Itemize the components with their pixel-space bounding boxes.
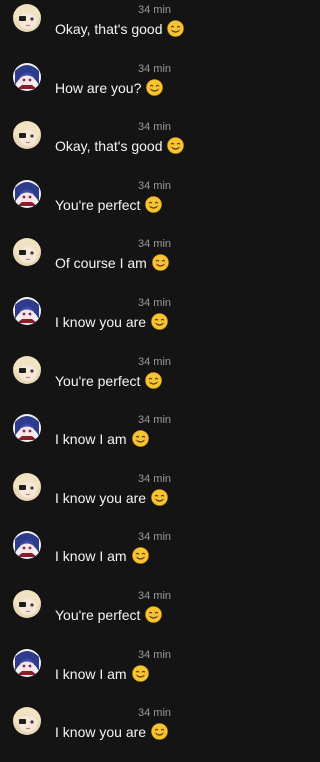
blonde-avatar-art — [13, 707, 41, 736]
message-text: How are you? — [55, 79, 142, 96]
smiling-face-icon — [145, 606, 163, 623]
message-timestamp: 34 min — [138, 62, 172, 75]
avatar[interactable] — [13, 531, 41, 560]
avatar[interactable] — [13, 707, 41, 736]
message-text-line: I know you are — [55, 488, 168, 506]
message-timestamp: 34 min — [138, 414, 172, 427]
message-timestamp: 34 min — [138, 472, 172, 485]
smiling-face-icon — [131, 664, 149, 682]
avatar[interactable] — [13, 297, 41, 325]
smiling-face-icon — [145, 371, 163, 389]
purple-avatar-art — [13, 531, 41, 560]
purple-avatar-art — [13, 297, 41, 325]
message-text-line: You're perfect — [55, 195, 163, 213]
message-text: Of course I am — [55, 255, 147, 272]
smiling-face-icon — [151, 488, 168, 506]
smiling-face-icon — [151, 313, 168, 330]
blonde-avatar-art — [13, 472, 41, 501]
message-list: 34 min Okay, that's good 34 min How are … — [0, 0, 256, 750]
blonde-avatar-art — [13, 238, 41, 267]
message-text-line: I know I am — [55, 547, 149, 564]
avatar[interactable] — [13, 355, 41, 384]
message-row[interactable]: 34 min How are you? — [0, 59, 256, 118]
smiling-face-icon — [131, 430, 149, 447]
message-text-line: How are you? — [55, 78, 164, 96]
avatar[interactable] — [13, 121, 41, 150]
message-text-line: I know you are — [55, 313, 168, 330]
avatar[interactable] — [13, 62, 41, 91]
avatar[interactable] — [13, 414, 41, 443]
smiling-face-icon — [167, 20, 185, 37]
avatar[interactable] — [13, 648, 41, 677]
message-text-line: Okay, that's good — [55, 20, 185, 37]
message-row[interactable]: 34 min I know you are — [0, 703, 256, 762]
message-text-line: I know I am — [55, 664, 149, 682]
purple-avatar-art — [13, 62, 41, 91]
message-row[interactable]: 34 min Okay, that's good — [0, 0, 256, 59]
blonde-avatar-art — [13, 590, 41, 618]
message-text: I know I am — [55, 431, 127, 448]
message-timestamp: 34 min — [138, 590, 172, 602]
smiling-face-icon — [151, 723, 168, 740]
message-text: You're perfect — [55, 196, 141, 213]
message-text: I know you are — [55, 489, 147, 506]
avatar[interactable] — [13, 4, 41, 32]
purple-avatar-art — [13, 414, 41, 443]
smiling-face-icon — [152, 254, 169, 272]
message-timestamp: 34 min — [138, 355, 172, 368]
message-timestamp: 34 min — [138, 648, 172, 661]
smiling-face-icon — [146, 78, 164, 96]
message-row[interactable]: 34 min I know I am — [0, 410, 256, 469]
message-timestamp: 34 min — [138, 121, 172, 134]
message-text-line: You're perfect — [55, 371, 163, 389]
message-row[interactable]: 34 min I know I am — [0, 645, 256, 704]
avatar[interactable] — [13, 590, 41, 618]
message-row[interactable]: 34 min Of course I am — [0, 234, 256, 293]
message-row[interactable]: 34 min I know you are — [0, 469, 256, 528]
message-timestamp: 34 min — [138, 297, 172, 309]
smiling-face-icon — [167, 137, 185, 154]
message-row[interactable]: 34 min I know you are — [0, 293, 256, 352]
message-text-line: You're perfect — [55, 606, 163, 623]
avatar[interactable] — [13, 179, 41, 208]
message-text: I know you are — [55, 314, 147, 330]
message-text-line: Of course I am — [55, 254, 169, 271]
message-timestamp: 34 min — [138, 531, 172, 544]
blonde-avatar-art — [13, 4, 41, 32]
avatar[interactable] — [13, 238, 41, 267]
message-row[interactable]: 34 min I know I am — [0, 527, 256, 586]
purple-avatar-art — [13, 648, 41, 677]
message-text-line: Okay, that's good — [55, 137, 185, 155]
message-text: You're perfect — [55, 372, 141, 389]
message-row[interactable]: 34 min You're perfect — [0, 586, 256, 645]
message-text-line: I know I am — [55, 430, 149, 447]
message-timestamp: 34 min — [138, 238, 172, 251]
message-timestamp: 34 min — [138, 4, 172, 16]
message-text: I know I am — [55, 665, 127, 682]
blonde-avatar-art — [13, 355, 41, 384]
avatar[interactable] — [13, 472, 41, 501]
message-text: I know I am — [55, 548, 127, 565]
message-text: Okay, that's good — [55, 21, 163, 37]
message-timestamp: 34 min — [138, 707, 172, 720]
message-row[interactable]: 34 min You're perfect — [0, 352, 256, 411]
message-text: Okay, that's good — [55, 138, 163, 155]
message-row[interactable]: 34 min You're perfect — [0, 176, 256, 235]
purple-avatar-art — [13, 179, 41, 208]
message-row[interactable]: 34 min Okay, that's good — [0, 117, 256, 176]
message-timestamp: 34 min — [138, 179, 172, 192]
smiling-face-icon — [131, 547, 149, 565]
blonde-avatar-art — [13, 121, 41, 150]
smiling-face-icon — [145, 195, 163, 213]
message-text: You're perfect — [55, 607, 141, 623]
message-text: I know you are — [55, 724, 147, 741]
message-text-line: I know you are — [55, 723, 168, 740]
